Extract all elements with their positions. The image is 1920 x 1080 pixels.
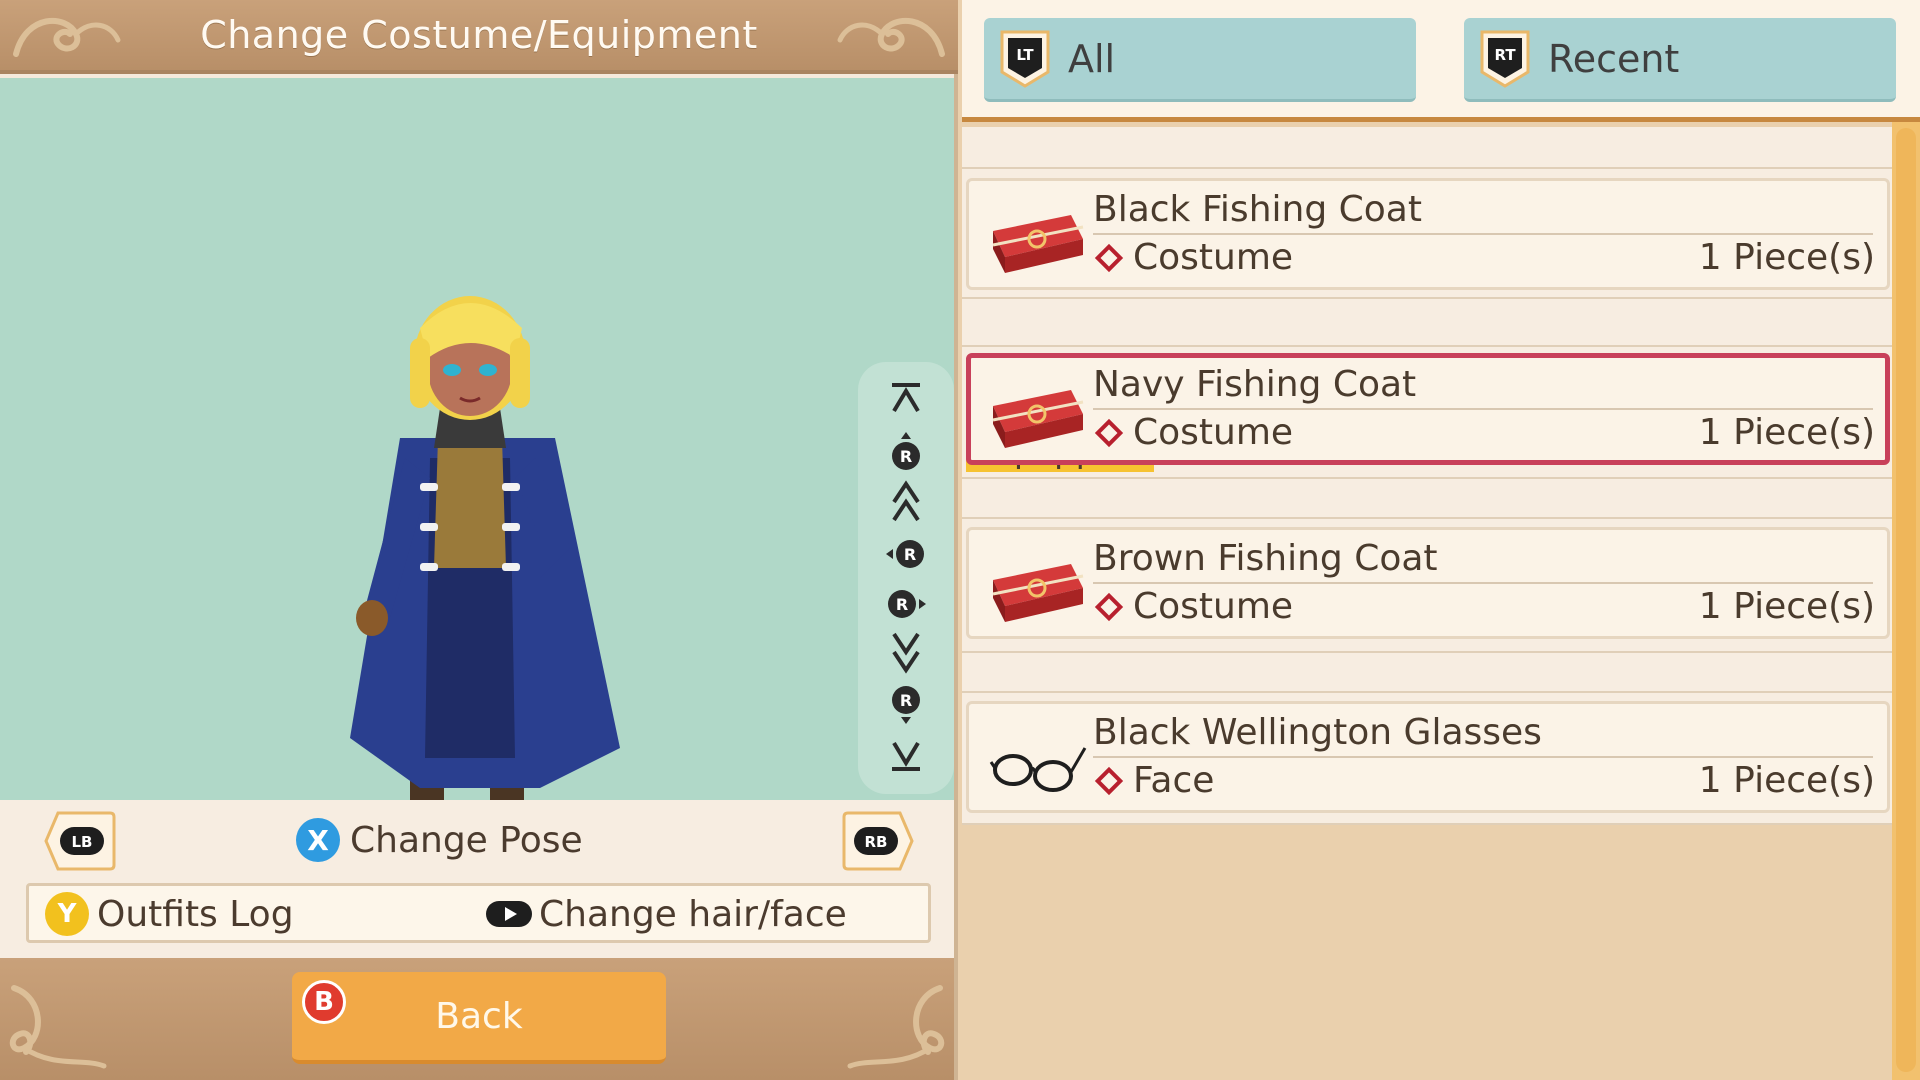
svg-text:R: R [900,447,912,466]
x-button-icon: X [296,818,340,862]
scroll-ornament-icon [837,18,945,57]
scroll-bottom-icon[interactable] [858,734,954,778]
rb-badge-icon: RB [842,811,914,871]
svg-text:R: R [900,691,912,710]
outfits-log-button[interactable]: Y Outfits Log [45,890,294,938]
svg-text:RB: RB [865,833,888,851]
scroll-ornament-icon [13,18,121,57]
costume-case-icon [992,564,1084,622]
preview-panel: Change Costume/Equipment R R R R LB X Ch… [0,0,958,1080]
change-hair-face-button[interactable]: Change hair/face [485,890,847,938]
r-stick-left-icon[interactable]: R [858,532,954,576]
item-name: Navy Fishing Coat [1093,364,1417,405]
item-name: Brown Fishing Coat [1093,538,1438,579]
page-title: Change Costume/Equipment [200,13,758,57]
scroll-ornament-icon [847,985,945,1069]
divider [962,651,1892,653]
item-category-label: Costume [1133,586,1294,627]
list-item[interactable]: Black Wellington Glasses Face 1 Piece(s) [966,701,1890,813]
scrollbar-thumb[interactable] [1896,128,1916,1072]
item-category-label: Costume [1133,237,1294,278]
rb-button[interactable]: RB [842,811,914,871]
list-item-selected[interactable]: Navy Fishing Coat Costume 1 Piece(s) [966,353,1890,465]
r-stick-up-icon[interactable]: R [858,430,954,474]
divider [962,297,1892,299]
move-up-icon[interactable] [858,480,954,524]
divider [962,517,1892,519]
item-quantity: 1 Piece(s) [1698,237,1875,278]
svg-text:R: R [896,595,908,614]
item-quantity: 1 Piece(s) [1698,760,1875,801]
costume-case-icon [992,215,1084,273]
title-bar: Change Costume/Equipment [0,0,958,74]
change-hair-face-label: Change hair/face [539,893,847,935]
character-model [350,296,620,838]
rt-badge-icon: RT [1480,30,1530,88]
tab-recent-label: Recent [1548,36,1680,81]
item-category: Costume [1093,412,1293,453]
list-item[interactable]: Brown Fishing Coat Costume 1 Piece(s) [966,527,1890,639]
divider [1093,582,1873,584]
r-stick-right-icon[interactable]: R [858,582,954,626]
divider [962,691,1892,693]
diamond-icon [1094,766,1124,795]
item-quantity: 1 Piece(s) [1698,412,1875,453]
item-quantity: 1 Piece(s) [1698,586,1875,627]
scroll-ornament-icon [9,985,107,1069]
item-category-label: Costume [1133,412,1294,453]
filter-tabs: LT All RT Recent [962,0,1920,122]
lb-button[interactable]: LB [44,811,116,871]
lt-badge-icon: LT [1000,30,1050,88]
divider [962,345,1892,347]
divider [1093,233,1873,235]
item-category: Face [1093,760,1214,801]
svg-text:RT: RT [1494,46,1516,64]
diamond-icon [1094,592,1124,621]
back-button[interactable]: B Back [292,972,666,1064]
item-category-label: Face [1133,760,1215,801]
scroll-top-icon[interactable] [858,376,954,420]
camera-controls: R R R R [858,362,954,794]
item-category: Costume [1093,586,1293,627]
lb-badge-icon: LB [44,811,116,871]
divider [962,477,1892,479]
glasses-icon [989,747,1087,792]
b-button-icon: B [302,980,346,1024]
inventory-panel: LT All RT Recent Black Fishing Coat Cost… [962,0,1920,1080]
change-pose-button[interactable]: X Change Pose [296,814,583,866]
costume-case-icon [992,390,1084,448]
change-pose-label: Change Pose [350,819,583,861]
item-category: Costume [1093,237,1293,278]
play-pill-icon [486,901,532,927]
item-name: Black Wellington Glasses [1093,712,1542,753]
secondary-actions-bar: Y Outfits Log Change hair/face [26,883,931,943]
move-down-icon[interactable] [858,630,954,674]
y-button-icon: Y [45,892,89,936]
list-scrollbar[interactable] [1892,122,1920,1080]
character-viewport[interactable] [0,78,954,838]
svg-text:LT: LT [1016,46,1034,64]
divider [1093,408,1873,410]
tab-all-label: All [1068,36,1116,81]
divider [962,823,1892,825]
tab-recent[interactable]: RT Recent [1464,18,1896,102]
divider [962,167,1892,169]
svg-text:LB: LB [72,833,93,851]
tab-all[interactable]: LT All [984,18,1416,102]
divider [1093,756,1873,758]
diamond-icon [1094,418,1124,447]
r-stick-down-icon[interactable]: R [858,682,954,726]
item-list: Black Fishing Coat Costume 1 Piece(s) Eq… [962,127,1892,825]
back-label: Back [435,995,523,1037]
diamond-icon [1094,243,1124,272]
item-name: Black Fishing Coat [1093,189,1422,230]
outfits-log-label: Outfits Log [97,893,294,935]
list-item[interactable]: Black Fishing Coat Costume 1 Piece(s) [966,178,1890,290]
svg-text:R: R [904,545,916,564]
